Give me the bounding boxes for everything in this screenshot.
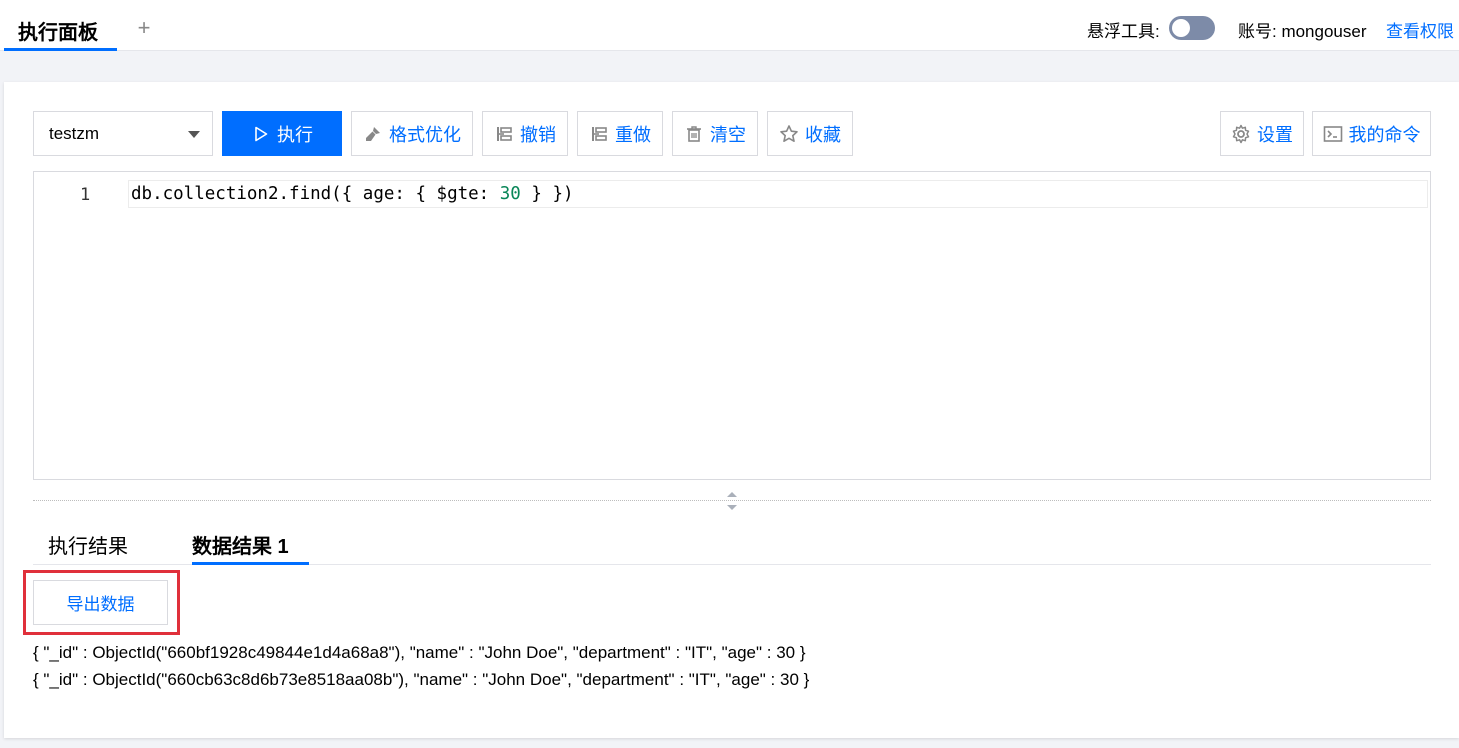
undo-button[interactable]: 撤销: [482, 111, 568, 156]
favorite-button[interactable]: 收藏: [767, 111, 853, 156]
code-number-literal: 30: [499, 184, 521, 204]
format-button-label: 格式优化: [389, 124, 461, 145]
result-document: { "_id" : ObjectId("660cb63c8d6b73e8518a…: [33, 670, 810, 689]
export-data-button[interactable]: 导出数据: [33, 580, 168, 625]
my-commands-button[interactable]: 我的命令: [1312, 111, 1431, 156]
play-icon: [251, 124, 271, 144]
run-button[interactable]: 执行: [222, 111, 342, 156]
terminal-icon: [1323, 124, 1343, 144]
redo-button-label: 重做: [615, 124, 651, 145]
my-commands-button-label: 我的命令: [1348, 124, 1421, 145]
view-permissions-link[interactable]: 查看权限: [1386, 17, 1454, 42]
redo-button[interactable]: 重做: [577, 111, 663, 156]
brush-icon: [363, 124, 383, 144]
chevron-down-icon: [188, 131, 200, 138]
undo-button-label: 撤销: [520, 124, 556, 145]
favorite-button-label: 收藏: [805, 124, 841, 145]
float-tool-toggle[interactable]: [1169, 16, 1215, 40]
add-tab-icon[interactable]: +: [133, 17, 155, 39]
float-tool-label: 悬浮工具:: [1087, 22, 1160, 41]
database-select-value: testzm: [49, 124, 100, 143]
tab-data-result[interactable]: 数据结果 1: [192, 530, 289, 559]
toggle-knob: [1172, 19, 1190, 37]
result-tabs: 执行结果 数据结果 1: [33, 522, 1431, 565]
star-icon: [779, 124, 799, 144]
account-label: 账号: mongouser: [1238, 22, 1367, 41]
redo-icon: [589, 124, 609, 144]
database-select[interactable]: testzm: [33, 111, 213, 156]
code-line[interactable]: db.collection2.find({ age: { $gte: 30 } …: [128, 180, 1428, 208]
clear-button[interactable]: 清空: [672, 111, 758, 156]
clear-button-label: 清空: [710, 124, 746, 145]
top-tab-bar: 执行面板 + 悬浮工具: 账号: mongouser 查看权限: [0, 0, 1459, 51]
tab-execution-panel-label: 执行面板: [18, 22, 98, 44]
run-button-label: 执行: [277, 124, 313, 145]
code-text-after: } }): [520, 184, 574, 204]
settings-button[interactable]: 设置: [1220, 111, 1304, 156]
trash-icon: [684, 124, 704, 144]
code-text-before: db.collection2.find({ age: { $gte:: [131, 184, 500, 204]
line-number: 1: [80, 185, 91, 205]
tab-execution-panel[interactable]: 执行面板: [4, 0, 117, 51]
tab-execution-result[interactable]: 执行结果: [48, 530, 128, 559]
active-tab-underline: [4, 48, 117, 51]
format-button[interactable]: 格式优化: [351, 111, 473, 156]
undo-icon: [494, 124, 514, 144]
active-result-tab-underline: [192, 562, 309, 565]
execution-card: testzm 执行 格式优化 撤销 重做 清空 收藏 设置 我的命令 1 db.…: [4, 82, 1459, 738]
result-document: { "_id" : ObjectId("660bf1928c49844e1d4a…: [33, 643, 806, 662]
gear-icon: [1231, 124, 1251, 144]
settings-button-label: 设置: [1257, 124, 1293, 145]
resize-handle-icon[interactable]: [725, 488, 739, 514]
query-editor[interactable]: 1 db.collection2.find({ age: { $gte: 30 …: [33, 171, 1431, 480]
